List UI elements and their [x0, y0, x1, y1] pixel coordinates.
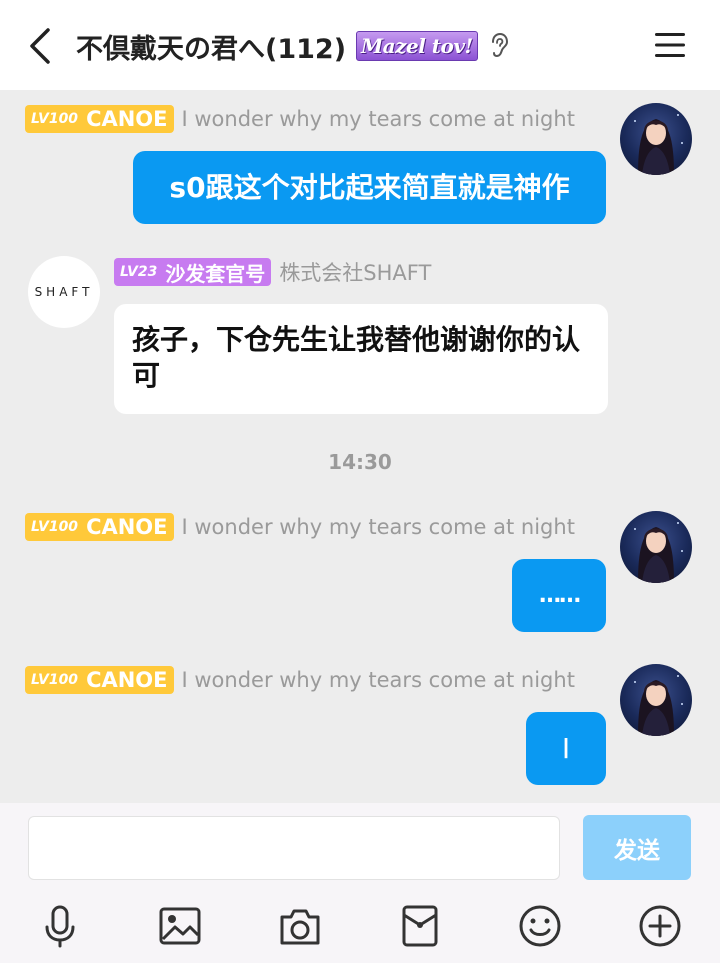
back-button[interactable]: [24, 26, 56, 66]
level-title: CANOE: [86, 515, 168, 539]
level-badge: LV100 CANOE: [25, 513, 174, 541]
send-button[interactable]: 发送: [583, 815, 691, 880]
sender-meta: LV100 CANOE I wonder why my tears come a…: [25, 513, 575, 541]
sender-nickname[interactable]: 株式会社SHAFT: [279, 257, 431, 287]
chat-title: 不倶戴天の君へ(112): [76, 33, 347, 65]
camera-icon[interactable]: [277, 903, 323, 949]
message-bubble[interactable]: 孩子，下仓先生让我替他谢谢你的认可: [114, 304, 608, 414]
red-packet-icon[interactable]: [397, 903, 443, 949]
level-number: LV100: [31, 672, 79, 688]
mazel-tov-badge: Mazel tov!: [356, 31, 478, 61]
plus-icon[interactable]: [637, 903, 683, 949]
level-number: LV100: [31, 519, 79, 535]
sender-nickname[interactable]: I wonder why my tears come at night: [182, 515, 575, 539]
sender-meta: LV100 CANOE I wonder why my tears come a…: [25, 666, 575, 694]
anime-avatar-icon: [634, 114, 683, 175]
time-separator: 14:30: [328, 450, 392, 474]
sender-nickname[interactable]: I wonder why my tears come at night: [182, 107, 575, 131]
ear-icon[interactable]: [488, 32, 510, 60]
input-bar: 发送: [0, 803, 720, 963]
menu-icon: [655, 33, 685, 57]
message-bubble[interactable]: ……: [512, 559, 606, 632]
sender-meta: LV100 CANOE I wonder why my tears come a…: [25, 105, 575, 133]
avatar[interactable]: [620, 664, 692, 736]
emoji-icon[interactable]: [517, 903, 563, 949]
level-badge: LV100 CANOE: [25, 666, 174, 694]
avatar[interactable]: [620, 511, 692, 583]
menu-button[interactable]: [654, 30, 686, 60]
avatar-logo-text: SHAFT: [34, 285, 94, 299]
anime-avatar-icon: [634, 522, 683, 583]
back-arrow-icon: [30, 28, 50, 64]
title-group: 不倶戴天の君へ(112) Mazel tov!: [76, 26, 510, 66]
level-badge: LV23 沙发套官号: [114, 258, 272, 286]
level-title: CANOE: [86, 668, 168, 692]
image-icon[interactable]: [157, 903, 203, 949]
sender-meta: LV23 沙发套官号 株式会社SHAFT: [114, 258, 431, 286]
microphone-icon[interactable]: [37, 903, 83, 949]
level-title: CANOE: [86, 107, 168, 131]
message-input[interactable]: [28, 816, 560, 880]
chat-header: 不倶戴天の君へ(112) Mazel tov!: [0, 0, 720, 90]
message-bubble[interactable]: I: [526, 712, 606, 785]
sender-nickname[interactable]: I wonder why my tears come at night: [182, 668, 575, 692]
anime-avatar-icon: [634, 675, 683, 736]
level-badge: LV100 CANOE: [25, 105, 174, 133]
level-number: LV23: [120, 264, 158, 280]
level-title: 沙发套官号: [165, 261, 266, 286]
level-number: LV100: [31, 111, 79, 127]
message-list[interactable]: LV100 CANOE I wonder why my tears come a…: [0, 90, 720, 802]
message-bubble[interactable]: s0跟这个对比起来简直就是神作: [133, 151, 606, 224]
avatar[interactable]: [620, 103, 692, 175]
avatar[interactable]: SHAFT: [28, 256, 100, 328]
